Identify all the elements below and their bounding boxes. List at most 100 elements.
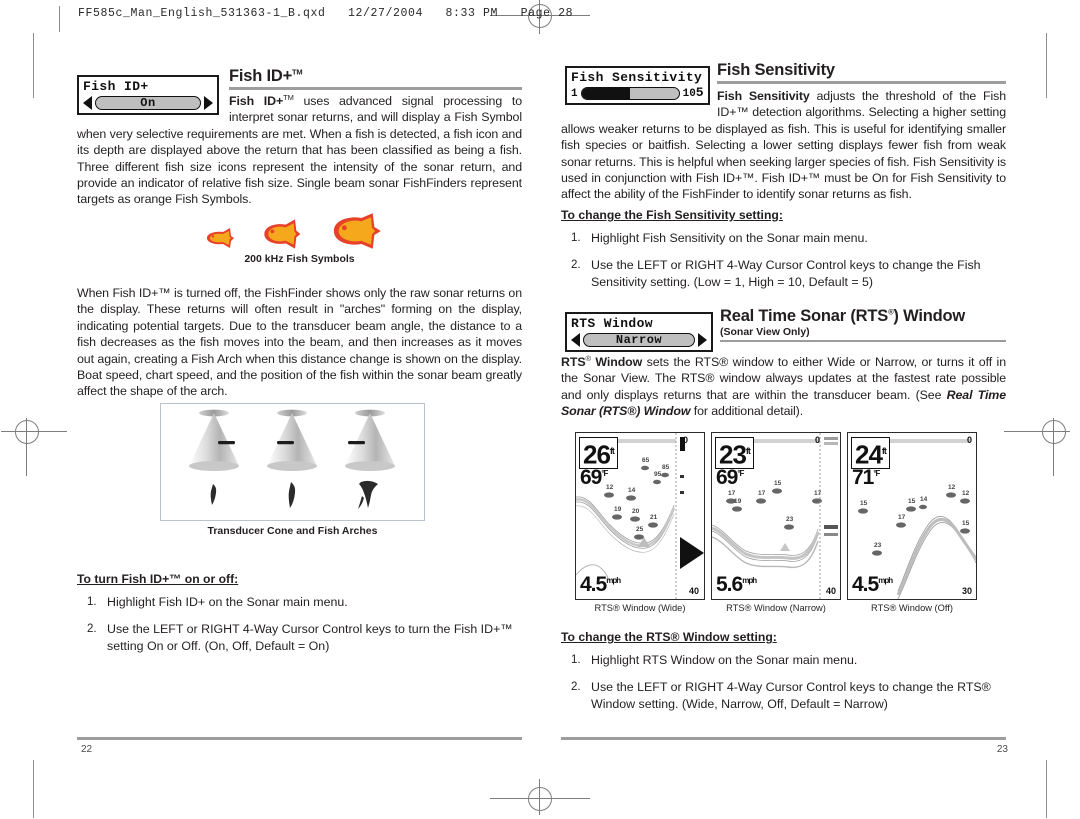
transducer-cone-box [160,403,425,521]
fish-symbol-small-icon [206,228,234,248]
fish-symbols-figure: 200 kHz Fish Symbols [77,213,522,265]
temperature-readout: 69°F [580,466,608,489]
transducer-cone-caption: Transducer Cone and Fish Arches [207,525,378,537]
transducer-cone-figure: Transducer Cone and Fish Arches [160,403,425,537]
svg-text:17: 17 [758,490,766,497]
registration-mark-bottom [490,779,648,815]
page-title-fish-sensitivity: Fish Sensitivity [717,61,835,79]
page-gutter-line-left [59,6,60,32]
sonar-screens-row: 65 85 95 12 14 19 20 21 25 26ft 69°F 4.5… [575,432,977,613]
crop-line-bottom-left [33,760,34,818]
sonar-caption-narrow: RTS® Window (Narrow) [726,603,826,613]
left-arrow-icon[interactable] [571,333,580,347]
svg-text:20: 20 [632,508,640,515]
right-page-number: 23 [996,744,1008,755]
fish-symbol-large-icon [333,213,381,249]
sonar-screen-off: 12 12 15 15 14 17 15 23 24ft 71°F 4.5mph… [847,432,977,600]
svg-text:85: 85 [662,464,670,471]
svg-text:12: 12 [948,484,956,491]
list-item: 1. Highlight Fish ID+ on the Sonar main m… [77,594,522,610]
svg-text:21: 21 [650,514,658,521]
left-page-number: 22 [81,744,93,755]
sonar-screens-figure: 65 85 95 12 14 19 20 21 25 26ft 69°F 4.5… [575,432,977,613]
temperature-readout: 69°F [716,466,744,489]
file-header-line: FF585c_Man_English_531363-1_B.qxd 12/27/… [78,7,574,20]
page-title-fish-id: Fish ID+TM [229,67,303,85]
step-text: Use the LEFT or RIGHT 4-Way Cursor Contr… [591,258,981,289]
sonar-caption-wide: RTS® Window (Wide) [594,603,686,613]
speed-readout: 4.5mph [852,573,893,596]
fish-id-steps: 1. Highlight Fish ID+ on the Sonar main m… [77,594,522,654]
fish-sensitivity-steps: 1. Highlight Fish Sensitivity on the Sona… [561,230,1006,290]
svg-text:23: 23 [786,516,794,523]
fish-id-widget-title: Fish ID+ [83,79,149,94]
svg-text:15: 15 [774,480,782,487]
transducer-cone-diagram [189,409,395,509]
range-bottom-label: 40 [825,586,836,596]
widget-title-text: Fish Sensitivity [571,70,703,85]
step-text: Highlight Fish Sensitivity on the Sonar … [591,231,868,245]
svg-text:15: 15 [962,520,970,527]
step-text: Use the LEFT or RIGHT 4-Way Cursor Contr… [107,622,513,653]
title-rule [229,87,522,91]
rts-paragraph: RTS® Window sets the RTS® window to eith… [561,353,1006,419]
range-bottom-label: 30 [961,586,972,596]
step-text: Highlight Fish ID+ on the Sonar main men… [107,595,348,609]
title-rule [717,81,1006,85]
paragraph-lead: Fish ID+ [229,94,284,108]
trademark-symbol: TM [292,67,303,77]
svg-text:15: 15 [860,500,868,507]
fish-id-paragraph-1: Fish ID+TM uses advanced signal processi… [77,92,522,207]
svg-text:65: 65 [642,457,650,464]
step-text: Highlight RTS Window on the Sonar main m… [591,653,858,667]
right-arrow-icon[interactable] [698,333,707,347]
fish-sensitivity-howto-title: To change the Fish Sensitivity setting: [561,208,783,222]
paragraph-end: for additional detail). [690,404,804,419]
step-number: 1. [87,596,97,608]
depth-readout: 24ft [851,437,890,469]
step-text: Use the LEFT or RIGHT 4-Way Cursor Contr… [591,680,991,711]
fish-id-howto-title: To turn Fish ID+™ on or off: [77,572,239,586]
svg-text:14: 14 [628,487,636,494]
crop-line-right [1046,33,1047,98]
svg-text:12: 12 [962,490,970,497]
sonar-screen-narrow: 15 17 17 17 19 23 23ft 69°F 5.6mph 0 40 [711,432,841,600]
step-number: 2. [571,681,581,694]
step-number: 2. [87,623,97,636]
paragraph-lead: RTS [561,355,586,369]
fish-symbol-medium-icon [263,219,300,249]
range-bottom-label: 40 [688,586,699,596]
svg-text:95: 95 [654,471,662,478]
svg-text:14: 14 [920,496,928,503]
svg-text:17: 17 [814,490,822,497]
range-top-label: 0 [966,435,972,445]
svg-text:25: 25 [636,526,644,533]
svg-text:17: 17 [728,490,736,497]
crop-line-left [33,33,34,98]
manual-page: FF585c_Man_English_531363-1_B.qxd 12/27/… [0,0,1080,819]
svg-text:19: 19 [614,506,622,513]
range-top-label: 0 [814,435,820,445]
crop-line-bottom-right [1046,760,1047,818]
list-item: 2. Use the LEFT or RIGHT 4-Way Cursor Con… [561,679,1006,712]
rts-window-menu-widget[interactable]: RTS Window Narrow [565,312,713,352]
fish-id-paragraph-2: When Fish ID+™ is turned off, the FishFi… [77,286,522,399]
registration-mark-right [1004,418,1080,476]
depth-readout: 23ft [715,437,754,469]
fish-sensitivity-paragraph: Fish Sensitivity adjusts the threshold o… [561,88,1006,203]
step-number: 1. [571,654,581,666]
range-top-label: 0 [682,435,688,445]
rts-subtitle: (Sonar View Only) [720,326,810,339]
list-item: 2. Use the LEFT or RIGHT 4-Way Cursor Con… [561,257,1006,290]
title-rule [720,340,1006,343]
fish-sensitivity-widget-title: Fish Sensitivity 5 [571,70,704,100]
fish-symbols-caption: 200 kHz Fish Symbols [244,253,355,265]
list-item: 1. Highlight RTS Window on the Sonar main… [561,652,1006,668]
sonar-screen-wide: 65 85 95 12 14 19 20 21 25 26ft 69°F 4.5… [575,432,705,600]
paragraph-lead: Fish Sensitivity [717,89,810,103]
page-title-rts-window: Real Time Sonar (RTS®) Window [720,307,965,325]
svg-text:15: 15 [908,498,916,505]
rts-howto-title: To change the RTS® Window setting: [561,630,777,644]
fish-symbols-row [77,213,522,249]
rts-steps: 1. Highlight RTS Window on the Sonar main… [561,652,1006,712]
